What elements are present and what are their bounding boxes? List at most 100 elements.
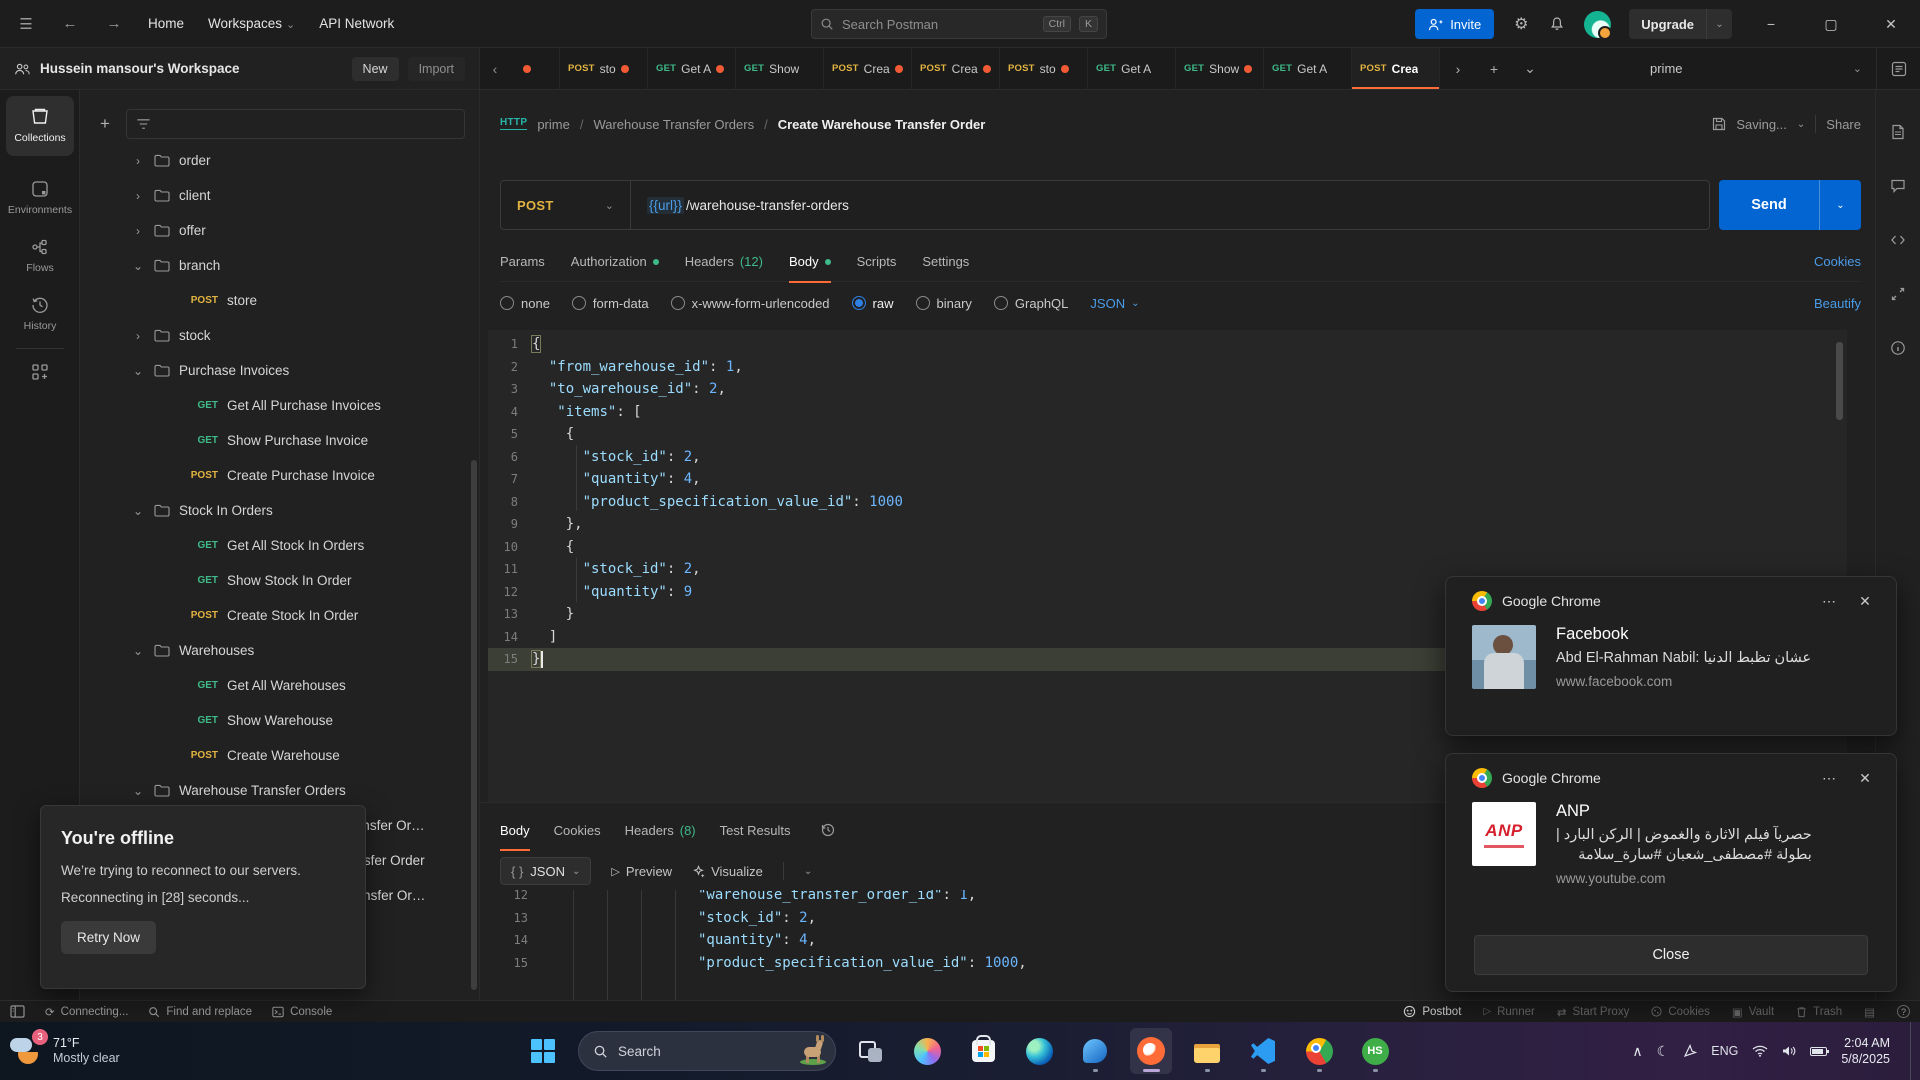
tabs-scroll-left-icon[interactable]: ‹: [480, 48, 510, 89]
editor-line[interactable]: 2 "from_warehouse_id": 1,: [488, 356, 1847, 379]
copilot-button[interactable]: [906, 1028, 948, 1074]
mode-form-data[interactable]: form-data: [572, 296, 649, 311]
request-tab[interactable]: POSTCrea: [1352, 48, 1440, 89]
tree-request[interactable]: POSTstore: [80, 283, 479, 318]
find-replace-button[interactable]: Find and replace: [148, 1006, 252, 1018]
microsoft-store-button[interactable]: [962, 1028, 1004, 1074]
edge-button[interactable]: [1018, 1028, 1060, 1074]
add-collection-icon[interactable]: +: [94, 114, 116, 134]
response-tab-test-results[interactable]: Test Results: [720, 810, 791, 850]
tab-authorization[interactable]: Authorization: [571, 242, 659, 282]
maximize-button[interactable]: ▢: [1810, 0, 1852, 48]
runner-button[interactable]: ▷Runner: [1483, 1006, 1534, 1018]
weather-widget[interactable]: 3 71°F Mostly clear: [0, 1034, 190, 1068]
wifi-icon[interactable]: [1752, 1045, 1768, 1057]
tree-request[interactable]: GETShow Stock In Order: [80, 563, 479, 598]
request-tab[interactable]: POSTCrea: [824, 48, 912, 89]
start-proxy-button[interactable]: ⇄Start Proxy: [1557, 1005, 1630, 1019]
request-tab[interactable]: GETGet A: [1088, 48, 1176, 89]
tree-folder[interactable]: ⌄Purchase Invoices: [80, 353, 479, 388]
agent-app-button[interactable]: [1074, 1028, 1116, 1074]
moon-icon[interactable]: ☾: [1657, 1043, 1670, 1060]
taskbar-search[interactable]: Search: [578, 1031, 836, 1071]
editor-line[interactable]: 7 "quantity": 4,: [488, 468, 1847, 491]
console-button[interactable]: Console: [272, 1006, 332, 1018]
related-requests-icon[interactable]: [1890, 286, 1906, 302]
sidebar-item-environments[interactable]: Environments: [0, 170, 80, 216]
back-icon[interactable]: ←: [60, 15, 80, 32]
chevron-down-icon[interactable]: ⌄: [1706, 9, 1732, 39]
postbot-button[interactable]: Postbot: [1403, 1005, 1461, 1018]
editor-line[interactable]: 1{: [488, 333, 1847, 356]
vscode-button[interactable]: [1242, 1028, 1284, 1074]
raw-type-select[interactable]: JSON⌄: [1090, 296, 1139, 311]
beautify-link[interactable]: Beautify: [1814, 296, 1861, 311]
editor-line[interactable]: 3 "to_warehouse_id": 2,: [488, 378, 1847, 401]
tab-scripts[interactable]: Scripts: [857, 242, 897, 282]
breadcrumb-workspace[interactable]: prime: [537, 117, 570, 132]
tree-request[interactable]: GETGet All Warehouses: [80, 668, 479, 703]
nav-workspaces[interactable]: Workspaces⌄: [208, 16, 295, 31]
comments-icon[interactable]: [1890, 178, 1906, 194]
request-tab[interactable]: POSTsto: [560, 48, 648, 89]
request-tab[interactable]: POSTCrea: [912, 48, 1000, 89]
chrome-notification-anp[interactable]: Google Chrome ⋯ ✕ ANP ANP حصريآ فيلم الا…: [1445, 753, 1897, 992]
response-format-select[interactable]: { }JSON⌄: [500, 857, 591, 885]
chevron-down-icon[interactable]: ⌄: [1797, 119, 1805, 130]
notification-more-icon[interactable]: ⋯: [1816, 593, 1842, 610]
nav-home[interactable]: Home: [148, 16, 184, 31]
taskbar-clock[interactable]: 2:04 AM 5/8/2025: [1841, 1035, 1896, 1067]
battery-icon[interactable]: [1810, 1047, 1827, 1056]
tree-folder[interactable]: ⌄branch: [80, 248, 479, 283]
editor-line[interactable]: 8 "product_specification_value_id": 1000: [488, 491, 1847, 514]
tab-params[interactable]: Params: [500, 242, 545, 282]
notification-more-icon[interactable]: ⋯: [1816, 770, 1842, 787]
mode-binary[interactable]: binary: [916, 296, 972, 311]
tree-request[interactable]: POSTCreate Purchase Invoice: [80, 458, 479, 493]
gear-icon[interactable]: ⚙: [1512, 15, 1530, 33]
heidisql-button[interactable]: HS: [1354, 1028, 1396, 1074]
documentation-icon[interactable]: [1890, 124, 1906, 140]
cookies-link[interactable]: Cookies: [1814, 254, 1861, 269]
tree-request[interactable]: GETShow Purchase Invoice: [80, 423, 479, 458]
task-view-button[interactable]: [850, 1028, 892, 1074]
forward-icon[interactable]: →: [104, 15, 124, 32]
request-tab[interactable]: [510, 48, 560, 89]
request-tab[interactable]: POSTsto: [1000, 48, 1088, 89]
nav-api-network[interactable]: API Network: [319, 16, 394, 31]
mode-urlencoded[interactable]: x-www-form-urlencoded: [671, 296, 830, 311]
retry-now-button[interactable]: Retry Now: [61, 921, 156, 954]
tree-request[interactable]: POSTCreate Warehouse: [80, 738, 479, 773]
editor-line[interactable]: 9 },: [488, 513, 1847, 536]
help-icon[interactable]: ?: [1897, 1005, 1910, 1018]
cookies-button[interactable]: Cookies: [1651, 1006, 1710, 1018]
mode-raw[interactable]: raw: [852, 296, 894, 311]
notification-close-icon[interactable]: ✕: [1852, 770, 1878, 787]
postman-taskbar-button[interactable]: [1130, 1028, 1172, 1074]
search-input[interactable]: Search Postman Ctrl K: [811, 9, 1107, 39]
trash-button[interactable]: Trash: [1796, 1006, 1842, 1018]
tabs-menu-icon[interactable]: ⌄: [1512, 48, 1548, 89]
sidebar-item-collections[interactable]: Collections: [6, 96, 74, 156]
request-tab[interactable]: GETShow: [1176, 48, 1264, 89]
send-options-icon[interactable]: ⌄: [1819, 180, 1861, 230]
editor-line[interactable]: 10 {: [488, 536, 1847, 559]
start-button[interactable]: [522, 1028, 564, 1074]
tree-request[interactable]: GETGet All Purchase Invoices: [80, 388, 479, 423]
editor-line[interactable]: 4 "items": [: [488, 401, 1847, 424]
chevron-down-icon[interactable]: ⌄: [804, 866, 812, 877]
tree-request[interactable]: GETShow Warehouse: [80, 703, 479, 738]
tabs-scroll-right-icon[interactable]: ›: [1440, 48, 1476, 89]
volume-icon[interactable]: [1782, 1045, 1796, 1057]
tree-folder[interactable]: ›order: [80, 152, 479, 178]
file-explorer-button[interactable]: [1186, 1028, 1228, 1074]
request-tab[interactable]: GETShow: [736, 48, 824, 89]
tree-folder[interactable]: ›offer: [80, 213, 479, 248]
info-icon[interactable]: [1890, 340, 1906, 356]
vault-button[interactable]: ▣Vault: [1732, 1005, 1774, 1019]
mode-none[interactable]: none: [500, 296, 550, 311]
environment-quick-look-icon[interactable]: [1876, 48, 1920, 89]
notification-close-icon[interactable]: ✕: [1852, 593, 1878, 610]
sidebar-scrollbar[interactable]: [471, 460, 477, 990]
tree-folder[interactable]: ›stock: [80, 318, 479, 353]
